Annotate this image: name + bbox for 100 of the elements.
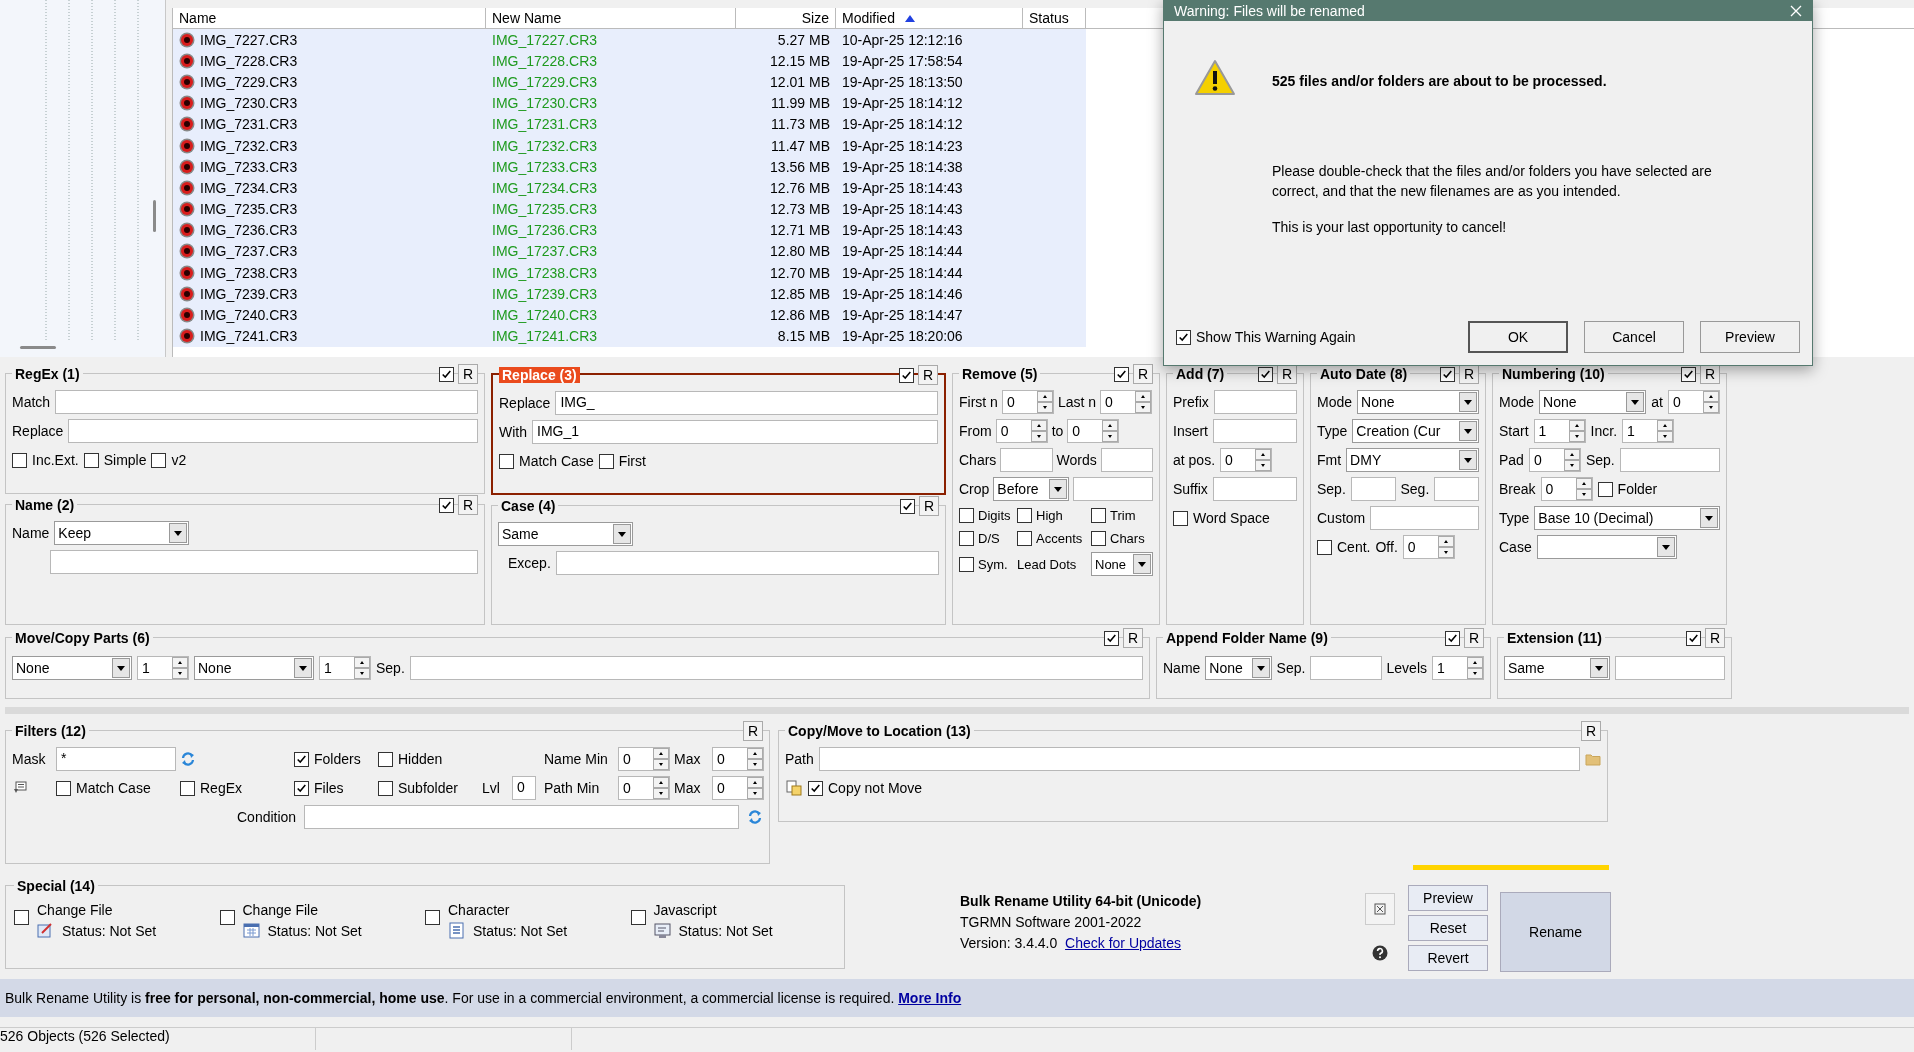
spin-box[interactable]: 0	[1001, 390, 1054, 414]
spin-box[interactable]: 1	[1533, 419, 1586, 443]
file-row[interactable]: IMG_7236.CR3 IMG_17236.CR3 12.71 MB 19-Apr-25 18:14:43	[173, 219, 1086, 241]
spin-arrows-icon[interactable]	[1135, 391, 1152, 413]
text-field[interactable]	[1100, 448, 1153, 472]
text-field[interactable]	[1614, 656, 1725, 680]
reset-button[interactable]: R	[1459, 364, 1479, 384]
file-row[interactable]: IMG_7240.CR3 IMG_17240.CR3 12.86 MB 19-Apr-25 18:14:47	[173, 304, 1086, 326]
checkbox[interactable]	[180, 780, 195, 796]
dropdown[interactable]: Base 10 (Decimal)	[1534, 506, 1720, 530]
checkbox-label[interactable]: Inc.Ext.	[32, 452, 79, 468]
spin-arrows-icon[interactable]	[1563, 449, 1580, 471]
spin-box[interactable]: 1	[1432, 656, 1484, 680]
spin-box[interactable]: 0	[712, 747, 764, 771]
text-field[interactable]	[1072, 477, 1153, 501]
checkbox[interactable]	[294, 751, 309, 767]
text-field[interactable]	[1213, 419, 1297, 443]
text-field[interactable]	[1213, 390, 1297, 414]
spin-box[interactable]: 0	[1402, 535, 1455, 559]
text-field[interactable]	[555, 551, 939, 575]
spin-arrows-icon[interactable]	[653, 748, 669, 770]
reset-button[interactable]: R	[1700, 364, 1720, 384]
checkbox[interactable]	[12, 452, 27, 468]
refresh-icon[interactable]	[180, 751, 196, 767]
spin-box[interactable]: 0	[618, 747, 670, 771]
spin-box[interactable]: 1	[319, 656, 371, 680]
file-row[interactable]: IMG_7235.CR3 IMG_17235.CR3 12.73 MB 19-Apr-25 18:14:43	[173, 198, 1086, 220]
checkbox[interactable]	[425, 910, 440, 925]
checkbox[interactable]	[900, 498, 915, 514]
checkbox[interactable]	[1017, 507, 1032, 523]
reset-button[interactable]: R	[1133, 364, 1153, 384]
dropdown[interactable]: Keep	[54, 521, 190, 545]
checkbox-label[interactable]: Simple	[103, 452, 147, 468]
column-header[interactable]: Name	[173, 8, 486, 28]
checkbox[interactable]	[959, 530, 974, 546]
checkbox[interactable]	[499, 453, 514, 469]
checkbox[interactable]	[598, 453, 614, 469]
spin-arrows-icon[interactable]	[354, 657, 370, 679]
file-row[interactable]: IMG_7227.CR3 IMG_17227.CR3 5.27 MB 10-Apr-25 12:12:16	[173, 29, 1086, 51]
checkbox[interactable]	[1017, 530, 1032, 546]
spin-arrows-icon[interactable]	[1467, 657, 1483, 679]
file-row[interactable]: IMG_7231.CR3 IMG_17231.CR3 11.73 MB 19-Apr-25 18:14:12	[173, 113, 1086, 135]
checkbox[interactable]	[808, 780, 823, 796]
dropdown[interactable]: Creation (Cur	[1352, 419, 1479, 443]
reset-button[interactable]: R	[1705, 628, 1725, 648]
dropdown[interactable]: None	[12, 656, 132, 680]
spin-arrows-icon[interactable]	[1255, 449, 1272, 471]
reset-button[interactable]: R	[919, 496, 939, 516]
text-field[interactable]	[50, 550, 478, 574]
spin-box[interactable]: 0	[1540, 477, 1593, 501]
rename-button[interactable]: Rename	[1500, 892, 1611, 972]
spin-arrows-icon[interactable]	[1030, 420, 1047, 442]
spin-arrows-icon[interactable]	[1575, 478, 1592, 500]
text-field[interactable]	[304, 805, 739, 829]
spin-box[interactable]: 0	[1067, 419, 1120, 443]
checkbox-label[interactable]: Digits	[978, 507, 1011, 523]
ok-button[interactable]: OK	[1468, 321, 1568, 353]
text-field[interactable]	[1619, 448, 1720, 472]
dropdown[interactable]: Before	[993, 477, 1069, 501]
reset-button[interactable]: R	[1277, 364, 1297, 384]
dropdown[interactable]: None	[1539, 390, 1647, 414]
checkbox-label[interactable]: Copy not Move	[828, 780, 923, 796]
reset-button[interactable]: R	[458, 364, 478, 384]
reset-button[interactable]: R	[1123, 628, 1143, 648]
text-field[interactable]: IMG_	[555, 391, 938, 415]
column-header[interactable]: Modified	[836, 8, 1023, 28]
file-row[interactable]: IMG_7237.CR3 IMG_17237.CR3 12.80 MB 19-Apr-25 18:14:44	[173, 240, 1086, 263]
column-header[interactable]: Size	[736, 8, 836, 28]
spin-arrows-icon[interactable]	[747, 748, 763, 770]
preview-button[interactable]: Preview	[1700, 321, 1800, 353]
close-icon[interactable]	[1790, 5, 1802, 17]
text-field[interactable]	[68, 419, 478, 443]
checkbox[interactable]	[1597, 481, 1613, 497]
text-field[interactable]: IMG_1	[532, 420, 938, 444]
text-field[interactable]	[55, 390, 478, 414]
checkbox-label[interactable]: Folder	[1617, 481, 1658, 497]
checkbox[interactable]	[1445, 630, 1460, 646]
reset-button[interactable]: R	[458, 495, 478, 515]
file-row[interactable]: IMG_7233.CR3 IMG_17233.CR3 13.56 MB 19-Apr-25 18:14:38	[173, 156, 1086, 178]
spin-box[interactable]: 0	[1220, 448, 1273, 472]
checkbox-label[interactable]: Show This Warning Again	[1196, 329, 1356, 345]
spin-arrows-icon[interactable]	[1036, 391, 1053, 413]
checkbox-label[interactable]: Folders	[314, 751, 361, 767]
checkbox[interactable]	[151, 452, 167, 468]
file-row[interactable]: IMG_7229.CR3 IMG_17229.CR3 12.01 MB 19-Apr-25 18:13:50	[173, 71, 1086, 93]
dropdown[interactable]: None	[1091, 552, 1153, 576]
column-header[interactable]: Status	[1023, 8, 1086, 28]
spin-box[interactable]: 0	[1668, 390, 1720, 414]
checkbox[interactable]	[899, 367, 914, 383]
column-header[interactable]: New Name	[486, 8, 736, 28]
checkbox[interactable]	[630, 910, 646, 925]
checkbox-label[interactable]: Cent.	[1337, 539, 1371, 555]
file-row[interactable]: IMG_7230.CR3 IMG_17230.CR3 11.99 MB 19-Apr-25 18:14:12	[173, 92, 1086, 114]
spin-arrows-icon[interactable]	[1657, 420, 1674, 442]
help-icon[interactable]	[1372, 945, 1388, 961]
revert-button[interactable]: Revert	[1408, 945, 1488, 971]
spin-arrows-icon[interactable]	[172, 657, 188, 679]
reset-button[interactable]: R	[1581, 721, 1601, 741]
checkbox-label[interactable]: Subfolder	[398, 780, 458, 796]
checkbox[interactable]	[294, 780, 309, 796]
